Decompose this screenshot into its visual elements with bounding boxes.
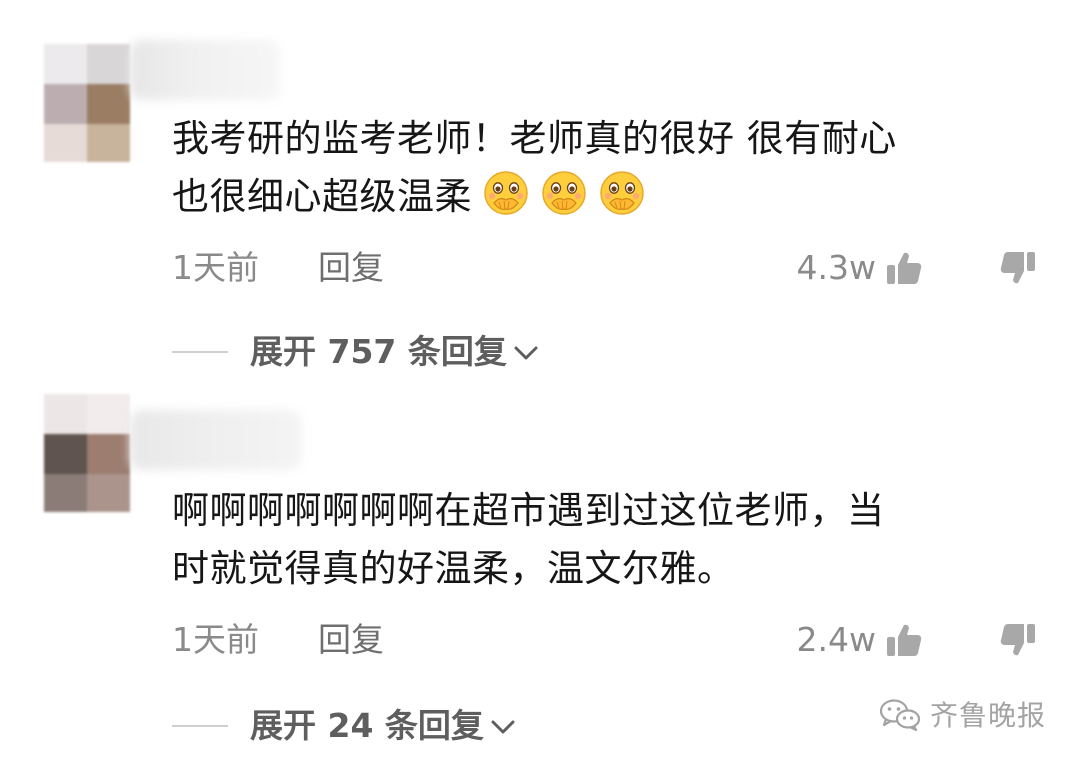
avatar[interactable] [44,44,130,162]
expand-replies-button[interactable]: 展开 24 条回复 [172,704,518,748]
username[interactable] [130,40,280,100]
shy-hand-over-mouth-emoji [540,169,588,217]
reply-button[interactable]: 回复 [318,618,384,662]
comment-line: 我考研的监考老师！老师真的很好 很有耐心 [172,117,897,160]
avatar[interactable] [44,394,130,512]
wechat-icon [878,697,922,731]
comment-text: 啊啊啊啊啊啊啊在超市遇到过这位老师，当 时就觉得真的好温柔，温文尔雅。 [172,482,1022,598]
username[interactable] [130,410,302,470]
expand-replies-label: 展开 24 条回复 [250,706,484,745]
comment-line: 啊啊啊啊啊啊啊在超市遇到过这位老师，当 [172,489,885,532]
watermark-text: 齐鲁晚报 [929,699,1046,732]
shy-hand-over-mouth-emoji [482,169,530,217]
like-button[interactable]: 4.3w [797,246,924,290]
comment-text: 我考研的监考老师！老师真的很好 很有耐心 也很细心超级温柔 [172,110,1022,226]
thumbs-down-icon[interactable] [998,620,1038,660]
thumbs-down-icon[interactable] [998,248,1038,288]
shy-hand-over-mouth-emoji [598,169,646,217]
expand-replies-label: 展开 757 条回复 [250,332,507,371]
like-count: 4.3w [796,248,876,287]
comment-meta: 1天前 回复 2.4w [172,618,1038,662]
comment-line: 也很细心超级温柔 [172,168,1022,226]
thumbs-up-icon [884,620,924,660]
expand-replies-button[interactable]: 展开 757 条回复 [172,330,541,374]
chevron-down-icon [511,337,541,367]
divider [172,351,228,353]
comment-time: 1天前 [172,248,259,287]
divider [172,725,228,727]
comment-meta: 1天前 回复 4.3w [172,246,1038,290]
reply-button[interactable]: 回复 [318,246,384,290]
like-count: 2.4w [796,620,876,659]
chevron-down-icon [488,711,518,741]
like-button[interactable]: 2.4w [797,618,924,662]
watermark: 齐鲁晚报 [878,694,1046,734]
thumbs-up-icon [884,248,924,288]
comment-line: 时就觉得真的好温柔，温文尔雅。 [172,547,735,590]
comment-time: 1天前 [172,620,259,659]
